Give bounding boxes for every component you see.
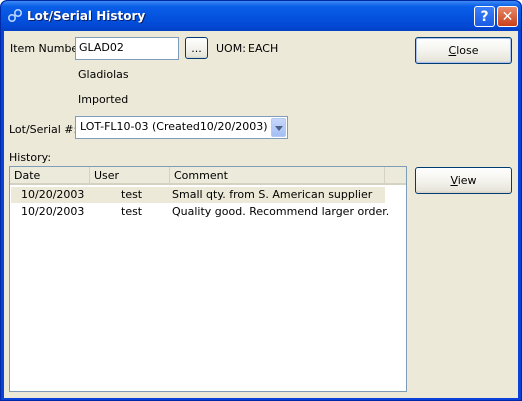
close-button-label: Close [448,44,479,57]
view-button-label: View [450,174,477,187]
help-button[interactable]: ? [474,6,495,27]
uom-label: UOM: [216,42,246,55]
item-description-1: Gladiolas [78,68,129,81]
row-date: 10/20/2003 [21,205,85,218]
row-comment: Quality good. Recommend larger order. [172,205,390,218]
row-user: test [121,188,143,201]
row-user: test [121,205,143,218]
window-title: Lot/Serial History [27,9,146,23]
item-lookup-button[interactable]: ... [185,37,208,59]
dialog-window: Lot/Serial History ? ✕ Item Number: GLAD… [0,0,522,401]
column-header-user[interactable]: User [90,167,170,183]
item-description-2: Imported [78,93,129,106]
app-icon [7,8,23,23]
lot-serial-label: Lot/Serial #: [9,123,78,136]
history-list-header: Date User Comment [10,167,406,185]
window-close-button[interactable]: ✕ [497,6,518,27]
close-button[interactable]: Close [415,37,512,64]
table-row[interactable]: 10/20/2003 test Small qty. from S. Ameri… [11,187,385,203]
history-label: History: [9,151,52,164]
help-icon: ? [480,8,489,25]
lot-serial-select[interactable]: LOT-FL10-03 (Created10/20/2003) [75,116,288,139]
lot-serial-value: LOT-FL10-03 (Created10/20/2003) [80,120,268,133]
uom-value: EACH [248,42,279,55]
column-header-date[interactable]: Date [10,167,90,183]
item-number-input[interactable]: GLAD02 [75,37,179,60]
column-header-comment[interactable]: Comment [170,167,385,183]
dialog-body: Item Number: GLAD02 ... UOM: EACH Gladio… [4,31,518,398]
chevron-down-icon[interactable] [271,118,286,137]
row-comment: Small qty. from S. American supplier [172,188,373,201]
ellipsis-icon: ... [191,41,202,55]
title-bar[interactable]: Lot/Serial History ? ✕ [1,1,521,31]
history-list[interactable]: Date User Comment 10/20/2003 test Small … [9,166,407,392]
row-date: 10/20/2003 [21,188,85,201]
table-row[interactable]: 10/20/2003 test Quality good. Recommend … [11,204,389,220]
view-button[interactable]: View [415,167,512,194]
close-icon: ✕ [501,8,514,25]
